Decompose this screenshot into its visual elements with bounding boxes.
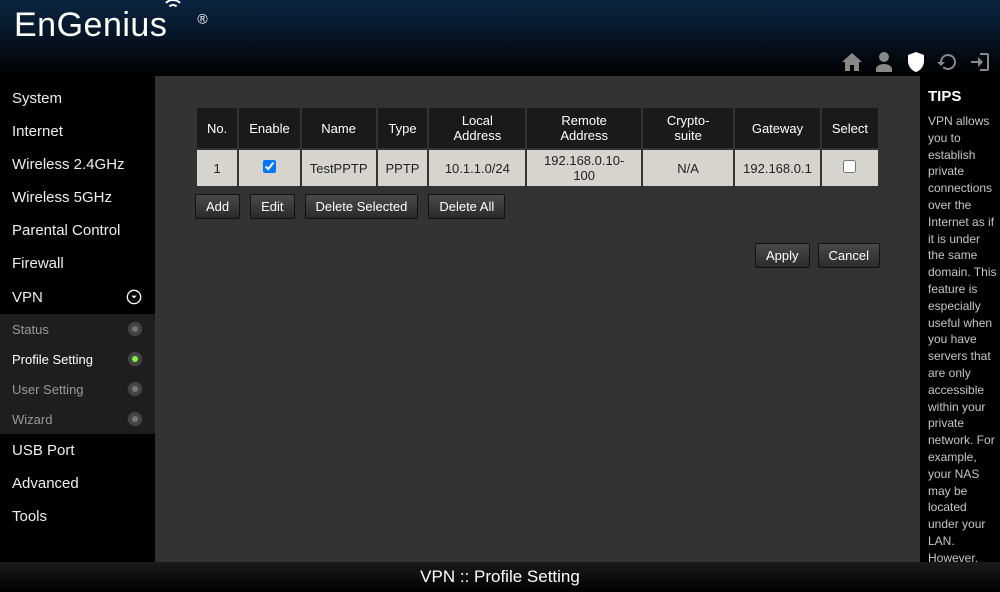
table-row: 1 TestPPTP PPTP 10.1.1.0/24 192.168.0.10… — [197, 150, 878, 186]
footer-breadcrumb: VPN :: Profile Setting — [0, 562, 1000, 592]
logo-en: En — [14, 6, 57, 44]
subnav-wizard[interactable]: Wizard — [0, 404, 155, 434]
dot-indicator — [127, 351, 143, 367]
sidebar-item-label: Wizard — [12, 412, 52, 427]
nav-firewall[interactable]: Firewall — [0, 247, 155, 280]
sidebar-item-label: Firewall — [12, 255, 64, 272]
nav-system[interactable]: System — [0, 82, 155, 115]
wifi-icon — [159, 0, 189, 16]
sidebar-item-label: Advanced — [12, 475, 79, 492]
nav-parental[interactable]: Parental Control — [0, 214, 155, 247]
sidebar-item-label: User Setting — [12, 382, 84, 397]
sidebar-item-label: Profile Setting — [12, 352, 93, 367]
th-select: Select — [822, 108, 878, 148]
cell-enable — [239, 150, 299, 186]
enable-checkbox[interactable] — [263, 160, 276, 173]
logout-icon[interactable] — [968, 50, 992, 74]
edit-button[interactable]: Edit — [250, 194, 294, 219]
th-no: No. — [197, 108, 237, 148]
brand-logo: EnGenius ® — [14, 6, 208, 45]
dot-indicator — [127, 381, 143, 397]
cell-gateway: 192.168.0.1 — [735, 150, 820, 186]
shield-icon[interactable] — [904, 50, 928, 74]
cell-remote: 192.168.0.10-100 — [527, 150, 641, 186]
sidebar-item-label: USB Port — [12, 442, 75, 459]
main-panel: No. Enable Name Type Local Address Remot… — [155, 76, 920, 562]
tips-body: VPN allows you to establish private conn… — [928, 113, 1000, 562]
cell-local: 10.1.1.0/24 — [429, 150, 525, 186]
th-remote: Remote Address — [527, 108, 641, 148]
apply-row: Apply Cancel — [195, 243, 880, 268]
home-icon[interactable] — [840, 50, 864, 74]
user-icon[interactable] — [872, 50, 896, 74]
th-local: Local Address — [429, 108, 525, 148]
nav-tools[interactable]: Tools — [0, 500, 155, 533]
logo-reg: ® — [197, 11, 208, 27]
tips-heading: TIPS — [928, 86, 1000, 107]
sidebar-item-label: Internet — [12, 123, 63, 140]
th-gateway: Gateway — [735, 108, 820, 148]
sidebar-item-label: Parental Control — [12, 222, 120, 239]
sidebar-item-label: System — [12, 90, 62, 107]
apply-button[interactable]: Apply — [755, 243, 810, 268]
cell-type: PPTP — [378, 150, 428, 186]
sidebar-item-label: Status — [12, 322, 49, 337]
subnav-status[interactable]: Status — [0, 314, 155, 344]
nav-wireless-24[interactable]: Wireless 2.4GHz — [0, 148, 155, 181]
vpn-profile-table: No. Enable Name Type Local Address Remot… — [195, 106, 880, 188]
cancel-button[interactable]: Cancel — [818, 243, 880, 268]
subnav-vpn: Status Profile Setting User Setting Wiza… — [0, 314, 155, 434]
refresh-icon[interactable] — [936, 50, 960, 74]
sidebar-item-label: Tools — [12, 508, 47, 525]
table-button-row: Add Edit Delete Selected Delete All — [195, 194, 880, 219]
th-name: Name — [302, 108, 376, 148]
subnav-profile-setting[interactable]: Profile Setting — [0, 344, 155, 374]
nav-wireless-5[interactable]: Wireless 5GHz — [0, 181, 155, 214]
cell-select — [822, 150, 878, 186]
topbar: EnGenius ® — [0, 0, 1000, 76]
delete-selected-button[interactable]: Delete Selected — [305, 194, 419, 219]
sidebar-item-label: Wireless 2.4GHz — [12, 156, 125, 173]
th-enable: Enable — [239, 108, 299, 148]
delete-all-button[interactable]: Delete All — [428, 194, 505, 219]
nav-internet[interactable]: Internet — [0, 115, 155, 148]
add-button[interactable]: Add — [195, 194, 240, 219]
select-checkbox[interactable] — [843, 160, 856, 173]
th-type: Type — [378, 108, 428, 148]
cell-name: TestPPTP — [302, 150, 376, 186]
sidebar-item-label: VPN — [12, 289, 43, 306]
logo-genius: Genius — [57, 6, 168, 44]
th-crypto: Crypto-suite — [643, 108, 733, 148]
nav-advanced[interactable]: Advanced — [0, 467, 155, 500]
dot-indicator — [127, 411, 143, 427]
sidebar-item-label: Wireless 5GHz — [12, 189, 112, 206]
top-icon-row — [840, 50, 992, 74]
cell-crypto: N/A — [643, 150, 733, 186]
tips-panel: TIPS VPN allows you to establish private… — [920, 76, 1000, 562]
chevron-down-icon — [125, 288, 143, 306]
nav-usb-port[interactable]: USB Port — [0, 434, 155, 467]
subnav-user-setting[interactable]: User Setting — [0, 374, 155, 404]
dot-indicator — [127, 321, 143, 337]
sidebar: System Internet Wireless 2.4GHz Wireless… — [0, 76, 155, 562]
cell-no: 1 — [197, 150, 237, 186]
nav-vpn[interactable]: VPN — [0, 280, 155, 314]
